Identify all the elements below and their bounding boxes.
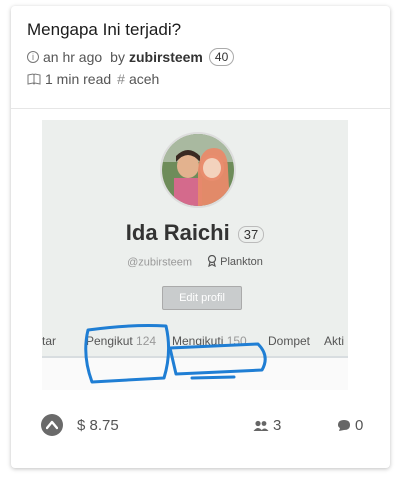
by-label: by [110, 49, 125, 65]
tab-activity-partial: Akti [324, 334, 344, 348]
edit-profile-button: Edit profil [162, 286, 242, 310]
comments-number: 0 [355, 417, 364, 434]
author-reputation-badge: 40 [208, 48, 235, 66]
post-time: an hr ago [43, 49, 103, 65]
profile-handle: @zubirsteem [127, 256, 193, 269]
tab-count: 124 [136, 334, 157, 348]
upvote-button[interactable] [41, 414, 63, 436]
tab-following: Mengikuti 150 [172, 334, 247, 348]
tab-count: 150 [226, 334, 247, 348]
tag-link[interactable]: aceh [129, 71, 159, 87]
tab-followers: Pengikut 124 [86, 334, 156, 348]
post-meta-secondary: 1 min read # aceh [27, 70, 159, 88]
payout-amount: 8.75 [89, 417, 119, 434]
post-image[interactable]: Ida Raichi 37 @zubirsteem Plankton Edit p… [42, 120, 348, 390]
profile-name-row: Ida Raichi 37 [42, 220, 348, 246]
profile-name: Ida Raichi [125, 220, 230, 245]
post-footer: $ 8.75 3 0 [11, 404, 390, 444]
voters-count[interactable]: 3 [253, 417, 281, 434]
medal-icon [207, 254, 217, 270]
tab-wallet: Dompet [268, 334, 310, 348]
tab-label: Mengikuti [172, 334, 224, 348]
profile-reputation-badge: 37 [237, 225, 265, 243]
users-icon [253, 420, 269, 431]
image-bottom-strip [42, 356, 348, 390]
tab-blog-partial: tar [42, 334, 56, 348]
read-time: 1 min read [45, 71, 112, 87]
rank-label-wrap: Plankton [207, 254, 263, 270]
book-icon [27, 73, 41, 85]
profile-handle-row: @zubirsteem Plankton [42, 254, 348, 270]
comments-count[interactable]: 0 [337, 417, 363, 434]
tab-label: Akti [324, 334, 345, 348]
post-header: Mengapa Ini terjadi? i an hr ago by zubi… [11, 6, 390, 109]
voters-number: 3 [273, 417, 282, 434]
comment-icon [338, 420, 350, 431]
author-link[interactable]: zubirsteem [129, 49, 203, 65]
tab-label: Pengikut [86, 334, 133, 348]
tab-divider [42, 356, 348, 358]
post-title[interactable]: Mengapa Ini terjadi? [27, 20, 181, 40]
tab-label: Dompet [268, 334, 311, 348]
post-meta: i an hr ago by zubirsteem 40 [27, 48, 235, 66]
tab-label: tar [42, 334, 57, 348]
avatar [160, 132, 236, 208]
profile-tabs: tar Pengikut 124 Mengikuti 150 Dompet Ak… [42, 334, 348, 354]
payout-value[interactable]: $ 8.75 [77, 417, 119, 434]
rank-label: Plankton [220, 256, 263, 269]
chevron-up-icon [46, 420, 58, 430]
info-icon: i [27, 51, 39, 63]
hash-icon: # [117, 71, 125, 87]
